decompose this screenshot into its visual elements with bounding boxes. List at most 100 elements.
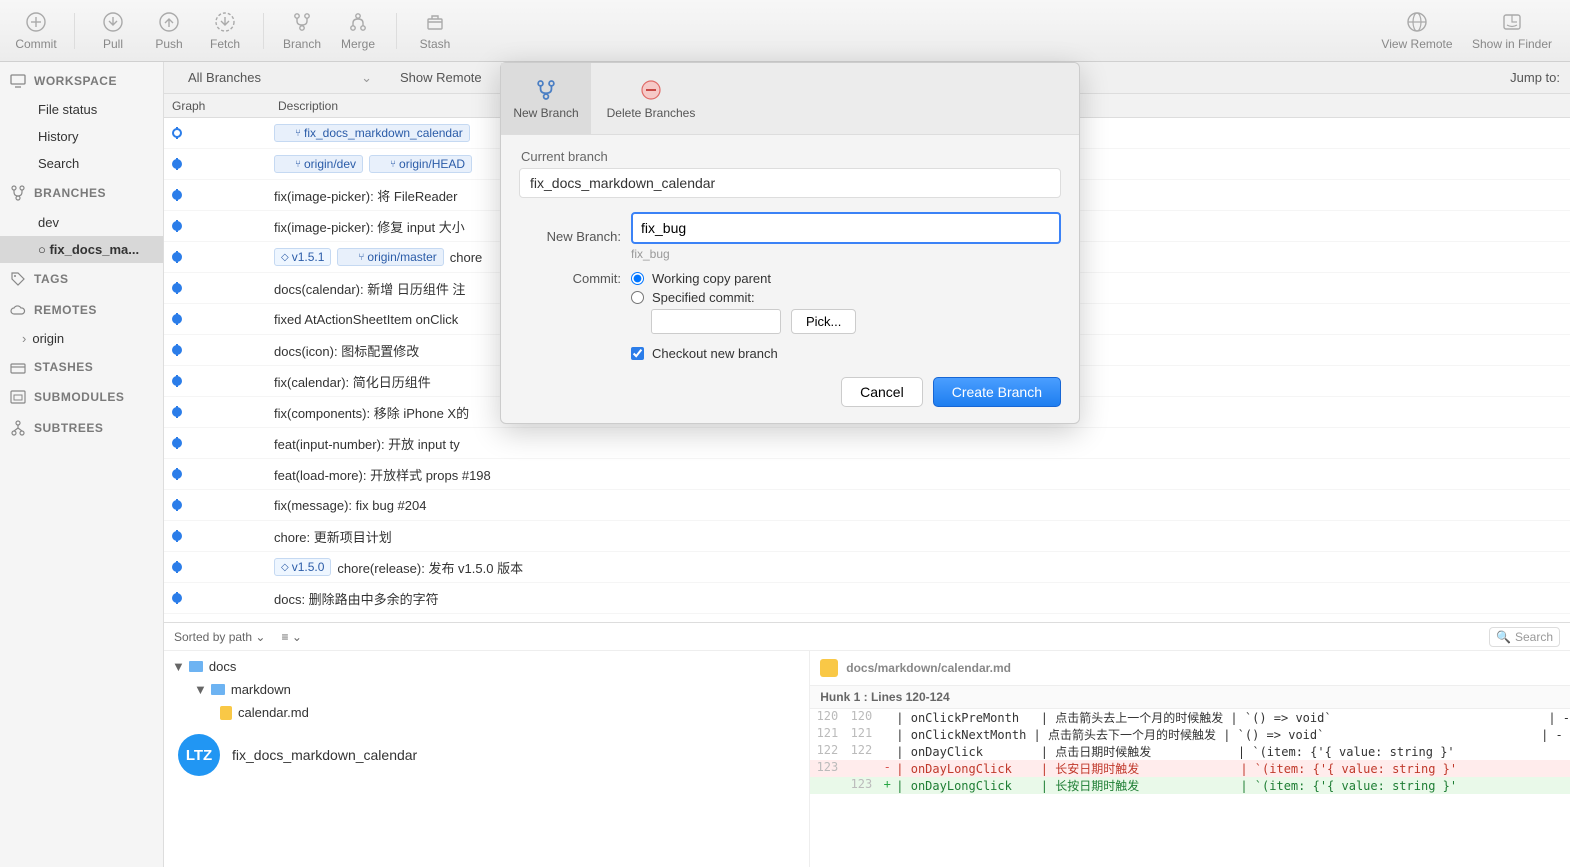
show-in-finder-button[interactable]: Show in Finder	[1462, 3, 1562, 59]
tab-new-branch[interactable]: New Branch	[501, 63, 591, 134]
stashes-label: STASHES	[34, 360, 93, 374]
detail-panel: Sorted by path ⌄ ≡ ⌄ 🔍 Search ▼ docs ▼ m…	[164, 622, 1570, 867]
diff-line: 120120| onClickPreMonth | 点击箭头去上一个月的时候触发…	[810, 709, 1570, 726]
sidebar-item-file-status[interactable]: File status	[0, 96, 163, 123]
submodules-label: SUBMODULES	[34, 390, 124, 404]
fetch-button[interactable]: Fetch	[197, 3, 253, 59]
commit-button[interactable]: Commit	[8, 3, 64, 59]
tab-delete-branches[interactable]: Delete Branches	[591, 63, 711, 134]
pick-button[interactable]: Pick...	[791, 309, 856, 334]
commit-row[interactable]: feat(input-number): 开放 input ty	[164, 428, 1570, 459]
sidebar-remote-origin[interactable]: origin	[0, 325, 163, 352]
sidebar-item-history[interactable]: History	[0, 123, 163, 150]
tags-label: TAGS	[34, 272, 68, 286]
diff-line: 121121| onClickNextMonth | 点击箭头去下一个月的时候触…	[810, 726, 1570, 743]
cancel-button[interactable]: Cancel	[841, 377, 923, 407]
sidebar-section-subtrees[interactable]: SUBTREES	[0, 412, 163, 444]
sidebar-section-remotes[interactable]: REMOTES	[0, 295, 163, 325]
commit-message: fix(components): 移除 iPhone X的	[274, 403, 469, 422]
detail-toolbar: Sorted by path ⌄ ≡ ⌄ 🔍 Search	[164, 623, 1570, 651]
specified-commit-input[interactable]	[651, 309, 781, 334]
graph-dot	[172, 159, 182, 169]
graph-dot	[172, 438, 182, 448]
file-icon	[220, 706, 232, 720]
view-remote-label: View Remote	[1381, 37, 1452, 51]
delete-icon	[639, 78, 663, 102]
file-badge-icon	[820, 659, 838, 677]
stash-button[interactable]: Stash	[407, 3, 463, 59]
graph-dot	[172, 345, 182, 355]
tree-file-calendar[interactable]: calendar.md	[172, 701, 801, 724]
disclosure-triangle-icon: ▼	[194, 682, 207, 697]
graph-dot	[172, 283, 182, 293]
col-header-graph[interactable]: Graph	[164, 99, 274, 113]
sidebar-section-workspace[interactable]: WORKSPACE	[0, 66, 163, 96]
pull-button[interactable]: Pull	[85, 3, 141, 59]
branch-filter-dropdown[interactable]: All Branches ⌄	[180, 70, 380, 86]
checkout-checkbox-row[interactable]: Checkout new branch	[631, 346, 1061, 361]
tree-folder-docs[interactable]: ▼ docs	[172, 655, 801, 678]
graph-dot	[172, 500, 182, 510]
fetch-icon	[213, 10, 237, 34]
file-search-box[interactable]: 🔍 Search	[1489, 627, 1560, 647]
new-branch-hint: fix_bug	[631, 247, 1061, 261]
commit-icon	[24, 10, 48, 34]
radio-working-copy[interactable]: Working copy parent	[631, 271, 1061, 286]
commit-message: feat(input-number): 开放 input ty	[274, 434, 460, 453]
chevron-down-icon: ⌄	[255, 630, 265, 644]
branch-filter-label: All Branches	[188, 70, 261, 85]
commit-row[interactable]: fix(message): fix bug #204	[164, 490, 1570, 521]
checkout-label: Checkout new branch	[652, 346, 778, 361]
commit-label: Commit	[15, 37, 56, 51]
radio-specified-label: Specified commit:	[652, 290, 755, 305]
sort-dropdown[interactable]: Sorted by path ⌄	[174, 630, 265, 644]
folder-name: docs	[209, 659, 236, 674]
subtree-icon	[10, 420, 26, 436]
radio-specified-input[interactable]	[631, 291, 644, 304]
sidebar-section-stashes[interactable]: STASHES	[0, 352, 163, 382]
branches-label: BRANCHES	[34, 186, 106, 200]
sidebar-branch-dev[interactable]: dev	[0, 209, 163, 236]
sidebar-section-branches[interactable]: BRANCHES	[0, 177, 163, 209]
branch-tag: ⑂origin/master	[337, 248, 443, 266]
commit-title: fix_docs_markdown_calendar	[232, 747, 417, 763]
graph-dot	[172, 562, 182, 572]
sidebar-item-search[interactable]: Search	[0, 150, 163, 177]
sidebar-branch-fix-docs[interactable]: ○ fix_docs_ma...	[0, 236, 163, 263]
commit-row[interactable]: chore: 更新项目计划	[164, 521, 1570, 552]
show-remote-toggle[interactable]: Show Remote	[400, 70, 482, 85]
push-icon	[157, 10, 181, 34]
search-icon: 🔍	[1496, 630, 1511, 644]
stash-label: Stash	[420, 37, 451, 51]
merge-button[interactable]: Merge	[330, 3, 386, 59]
search-placeholder: Search	[1515, 630, 1553, 644]
version-tag: v1.5.0	[274, 558, 331, 576]
folder-icon	[211, 684, 225, 695]
tree-folder-markdown[interactable]: ▼ markdown	[172, 678, 801, 701]
graph-dot	[172, 376, 182, 386]
version-tag: v1.5.1	[274, 248, 331, 266]
view-mode-toggle[interactable]: ≡ ⌄	[281, 630, 301, 644]
sidebar: WORKSPACE File status History Search BRA…	[0, 62, 164, 867]
commit-row[interactable]: docs: 删除路由中多余的字符	[164, 583, 1570, 614]
diff-lines[interactable]: 120120| onClickPreMonth | 点击箭头去上一个月的时候触发…	[810, 709, 1570, 794]
merge-icon	[346, 10, 370, 34]
sidebar-section-tags[interactable]: TAGS	[0, 263, 163, 295]
commit-row[interactable]: v1.5.0 chore(release): 发布 v1.5.0 版本	[164, 552, 1570, 583]
new-branch-input[interactable]	[631, 212, 1061, 244]
commit-message: fix(image-picker): 将 FileReader	[274, 186, 458, 205]
commit-message: chore(release): 发布 v1.5.0 版本	[337, 558, 523, 577]
fetch-label: Fetch	[210, 37, 240, 51]
view-remote-button[interactable]: View Remote	[1372, 3, 1462, 59]
dialog-tabs: New Branch Delete Branches	[501, 63, 1079, 135]
create-branch-button[interactable]: Create Branch	[933, 377, 1061, 407]
sidebar-section-submodules[interactable]: SUBMODULES	[0, 382, 163, 412]
push-button[interactable]: Push	[141, 3, 197, 59]
commit-row[interactable]: feat(load-more): 开放样式 props #198	[164, 459, 1570, 490]
commit-author-row: LTZ fix_docs_markdown_calendar	[172, 724, 801, 776]
radio-specified-commit[interactable]: Specified commit:	[631, 290, 1061, 305]
checkout-checkbox[interactable]	[631, 347, 644, 360]
branch-button[interactable]: Branch	[274, 3, 330, 59]
radio-working-input[interactable]	[631, 272, 644, 285]
diff-file-header: docs/markdown/calendar.md	[810, 651, 1570, 685]
